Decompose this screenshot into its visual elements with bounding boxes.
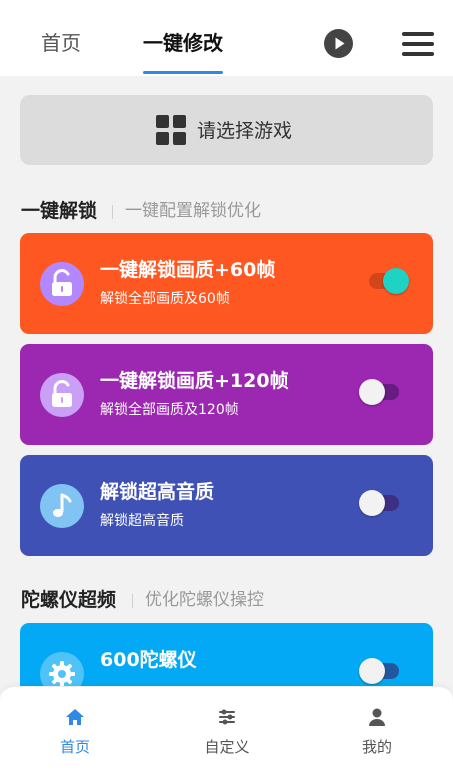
card-unlock-60fps[interactable]: 一键解锁画质+60帧 解锁全部画质及60帧	[20, 233, 433, 334]
nav-label: 自定义	[204, 738, 250, 756]
music-note-icon	[40, 484, 84, 528]
toggle-switch[interactable]	[359, 379, 399, 405]
toggle-knob	[383, 268, 409, 294]
tab-one-key-modify[interactable]: 一键修改	[143, 30, 223, 56]
toggle-knob	[359, 658, 385, 684]
unlock-icon	[40, 262, 84, 306]
toggle-switch[interactable]	[369, 268, 409, 294]
nav-label: 首页	[59, 738, 90, 756]
nav-item-home[interactable]: 首页	[35, 697, 115, 757]
nav-item-mine[interactable]: 我的	[337, 697, 417, 757]
select-game-label: 请选择游戏	[197, 120, 293, 142]
card-title: 解锁超高音质	[100, 481, 215, 503]
active-tab-indicator	[143, 71, 223, 74]
section-divider	[112, 205, 113, 219]
play-icon[interactable]	[324, 29, 353, 58]
nav-item-custom[interactable]: 自定义	[187, 697, 267, 757]
section-title-unlock: 一键解锁	[21, 200, 98, 222]
menu-icon[interactable]	[402, 30, 434, 58]
section-subtitle-unlock: 一键配置解锁优化	[125, 201, 261, 221]
card-description: 解锁全部画质及60帧	[100, 291, 230, 307]
card-title: 一键解锁画质+60帧	[100, 259, 276, 281]
card-description: 解锁全部画质及120帧	[100, 402, 239, 418]
home-icon	[66, 709, 84, 725]
nav-label: 我的	[361, 738, 392, 756]
card-description: 解锁超高音质	[100, 513, 184, 529]
card-high-quality-audio[interactable]: 解锁超高音质 解锁超高音质	[20, 455, 433, 556]
section-divider	[132, 594, 133, 608]
bottom-nav: 首页 自定义 我的	[0, 686, 453, 781]
toggle-switch[interactable]	[359, 490, 399, 516]
card-title: 一键解锁画质+120帧	[100, 370, 289, 392]
top-bar: 首页 一键修改	[0, 0, 453, 76]
unlock-icon	[40, 373, 84, 417]
card-unlock-120fps[interactable]: 一键解锁画质+120帧 解锁全部画质及120帧	[20, 344, 433, 445]
grid-icon	[156, 115, 186, 145]
toggle-knob	[359, 379, 385, 405]
card-title: 600陀螺仪	[100, 649, 197, 671]
toggle-knob	[359, 490, 385, 516]
tab-home[interactable]: 首页	[41, 30, 81, 56]
user-icon	[369, 708, 385, 726]
section-subtitle-gyro: 优化陀螺仪操控	[145, 590, 264, 610]
sliders-icon	[219, 709, 235, 725]
toggle-switch[interactable]	[359, 658, 399, 684]
section-title-gyro: 陀螺仪超频	[21, 589, 117, 611]
